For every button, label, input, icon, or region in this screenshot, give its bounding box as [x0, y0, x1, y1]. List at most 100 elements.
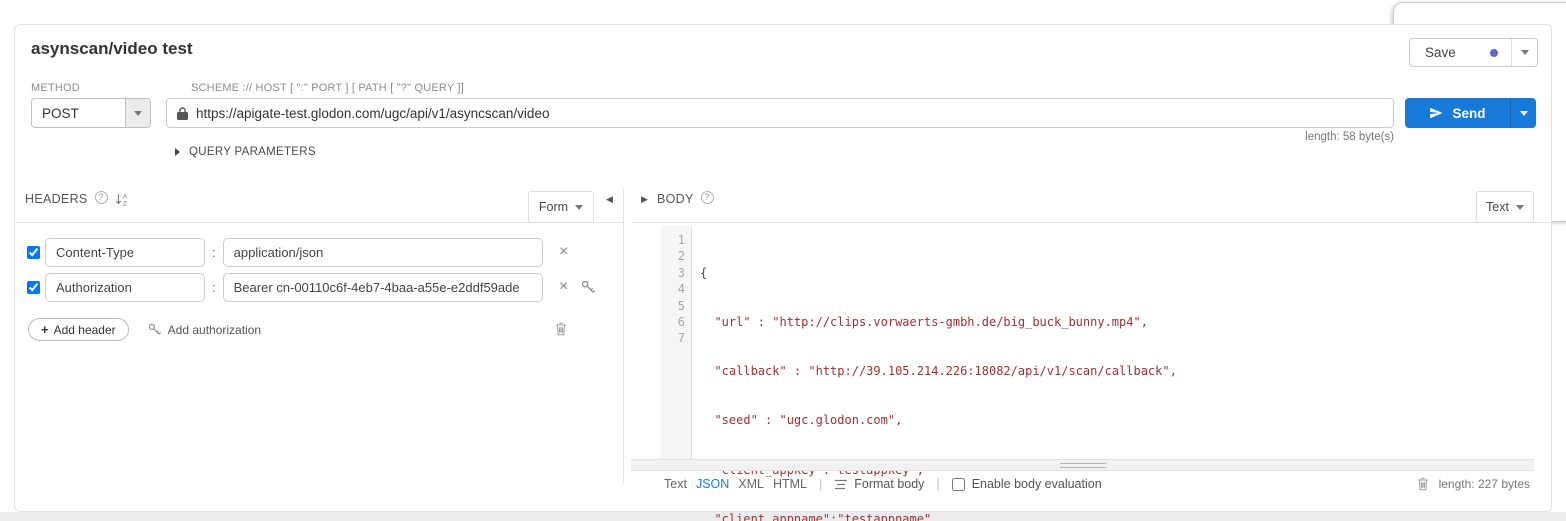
method-label: METHOD	[31, 82, 80, 94]
authorization-key-icon[interactable]	[581, 280, 595, 294]
collapse-headers-pane-icon[interactable]: ◀	[606, 193, 613, 205]
format-body-button[interactable]: Format body	[834, 477, 924, 491]
enable-body-evaluation-toggle[interactable]: Enable body evaluation	[952, 477, 1102, 491]
header-value-input[interactable]	[223, 238, 543, 267]
body-help-icon[interactable]: ?	[701, 191, 714, 204]
scheme-label: SCHEME :// HOST [ ":" PORT ] [ PATH [ "?…	[191, 82, 464, 94]
clear-body-trash-icon[interactable]	[1417, 477, 1429, 491]
chevron-down-icon	[575, 205, 583, 210]
url-field	[166, 98, 1394, 128]
save-button-group: Save	[1409, 38, 1538, 67]
sort-az-icon[interactable]: AZ	[115, 193, 129, 206]
enable-body-evaluation-checkbox[interactable]	[952, 478, 965, 491]
code-line: "seed" : "ugc.glodon.com",	[700, 412, 1177, 428]
url-input[interactable]	[196, 106, 1383, 121]
add-header-button[interactable]: + Add header	[28, 318, 129, 341]
headers-label: HEADERS	[25, 192, 88, 206]
body-length-label: length: 227 bytes	[1439, 477, 1530, 491]
headers-pane-title: HEADERS ? AZ	[25, 192, 129, 206]
plus-icon: +	[41, 322, 49, 337]
unsaved-changes-dot-icon	[1490, 49, 1498, 57]
method-select[interactable]: POST	[31, 98, 151, 128]
clear-headers-trash-icon[interactable]	[555, 322, 567, 341]
enable-body-evaluation-label: Enable body evaluation	[972, 477, 1102, 491]
toolbar-separator: |	[819, 477, 822, 491]
format-option-text[interactable]: Text	[664, 477, 687, 491]
line-number: 1	[661, 232, 685, 248]
add-authorization-button[interactable]: Add authorization	[148, 323, 261, 337]
header-enabled-checkbox[interactable]	[27, 246, 40, 259]
key-icon	[148, 323, 161, 336]
body-footer-toolbar: Text JSON XML HTML | Format body | Enabl…	[664, 477, 1102, 491]
format-option-json[interactable]: JSON	[696, 477, 729, 491]
chevron-right-icon	[175, 148, 180, 156]
send-options-button[interactable]	[1510, 98, 1536, 128]
add-header-label: Add header	[54, 323, 116, 337]
header-enabled-checkbox[interactable]	[27, 281, 40, 294]
headers-actions-row: + Add header Add authorization	[28, 318, 261, 341]
chevron-down-icon	[1516, 205, 1524, 210]
save-options-button[interactable]	[1511, 39, 1537, 66]
code-line: "callback" : "http://39.105.214.226:1808…	[700, 363, 1177, 379]
svg-text:Z: Z	[123, 202, 127, 207]
send-button-label: Send	[1452, 106, 1485, 121]
svg-text:A: A	[123, 195, 127, 201]
toolbar-separator: |	[936, 477, 939, 491]
line-number: 4	[661, 281, 685, 297]
remove-header-icon[interactable]: ×	[558, 244, 570, 260]
header-separator: :	[212, 280, 216, 295]
line-number: 6	[661, 314, 685, 330]
format-body-label: Format body	[854, 477, 924, 491]
code-line: "url" : "http://clips.vorwaerts-gmbh.de/…	[700, 314, 1177, 330]
body-label: BODY	[657, 192, 694, 206]
format-option-xml[interactable]: XML	[738, 477, 764, 491]
code-line: "client_appname":"testappname"	[700, 511, 1177, 521]
chevron-down-icon	[134, 111, 142, 116]
line-number: 2	[661, 248, 685, 264]
chevron-down-icon	[1521, 50, 1529, 55]
url-length-label: length: 58 byte(s)	[166, 131, 1394, 143]
format-option-html[interactable]: HTML	[773, 477, 807, 491]
query-parameters-toggle[interactable]: QUERY PARAMETERS	[175, 146, 316, 158]
header-name-input[interactable]	[45, 238, 205, 267]
headers-help-icon[interactable]: ?	[95, 191, 108, 204]
remove-header-icon[interactable]: ×	[558, 279, 570, 295]
paper-plane-icon	[1429, 106, 1443, 120]
body-pane-title: BODY ?	[657, 192, 714, 206]
api-tester-page: asynscan/video test Save METHOD SCHEME :…	[0, 0, 1566, 521]
method-value: POST	[32, 99, 125, 127]
chevron-down-icon	[1520, 111, 1528, 116]
body-footer-right: length: 227 bytes	[1417, 477, 1530, 491]
request-title: asynscan/video test	[31, 39, 193, 59]
header-separator: :	[212, 245, 216, 260]
pane-splitter[interactable]	[623, 189, 624, 483]
lock-icon	[177, 107, 188, 120]
collapse-body-pane-icon[interactable]: ▶	[641, 193, 648, 205]
line-number: 3	[661, 265, 685, 281]
header-row: : ×	[27, 272, 595, 302]
headers-view-mode-button[interactable]: Form	[528, 191, 594, 223]
body-code[interactable]: { "url" : "http://clips.vorwaerts-gmbh.d…	[692, 226, 1177, 459]
line-number-gutter: 1 2 3 4 5 6 7	[661, 226, 692, 459]
save-button[interactable]: Save	[1410, 39, 1511, 66]
add-authorization-label: Add authorization	[168, 323, 261, 337]
body-view-mode-button[interactable]: Text	[1476, 191, 1534, 223]
send-button[interactable]: Send	[1405, 98, 1510, 128]
body-section-divider	[631, 222, 1553, 223]
body-view-mode-label: Text	[1486, 200, 1509, 214]
header-name-input[interactable]	[45, 273, 205, 302]
body-editor[interactable]: 1 2 3 4 5 6 7 { "url" : "http://clips.vo…	[661, 226, 1534, 459]
header-value-input[interactable]	[223, 273, 543, 302]
query-parameters-label: QUERY PARAMETERS	[189, 146, 316, 158]
save-button-label: Save	[1425, 45, 1456, 60]
format-lines-icon	[834, 479, 848, 490]
editor-resize-handle[interactable]	[631, 459, 1534, 471]
line-number: 7	[661, 330, 685, 346]
method-caret[interactable]	[125, 99, 150, 127]
drag-handle-icon	[1060, 463, 1106, 468]
send-button-group: Send	[1405, 98, 1536, 128]
line-number: 5	[661, 298, 685, 314]
header-row: : ×	[27, 237, 570, 267]
code-line: {	[700, 265, 1177, 281]
request-card: asynscan/video test Save METHOD SCHEME :…	[14, 24, 1552, 512]
